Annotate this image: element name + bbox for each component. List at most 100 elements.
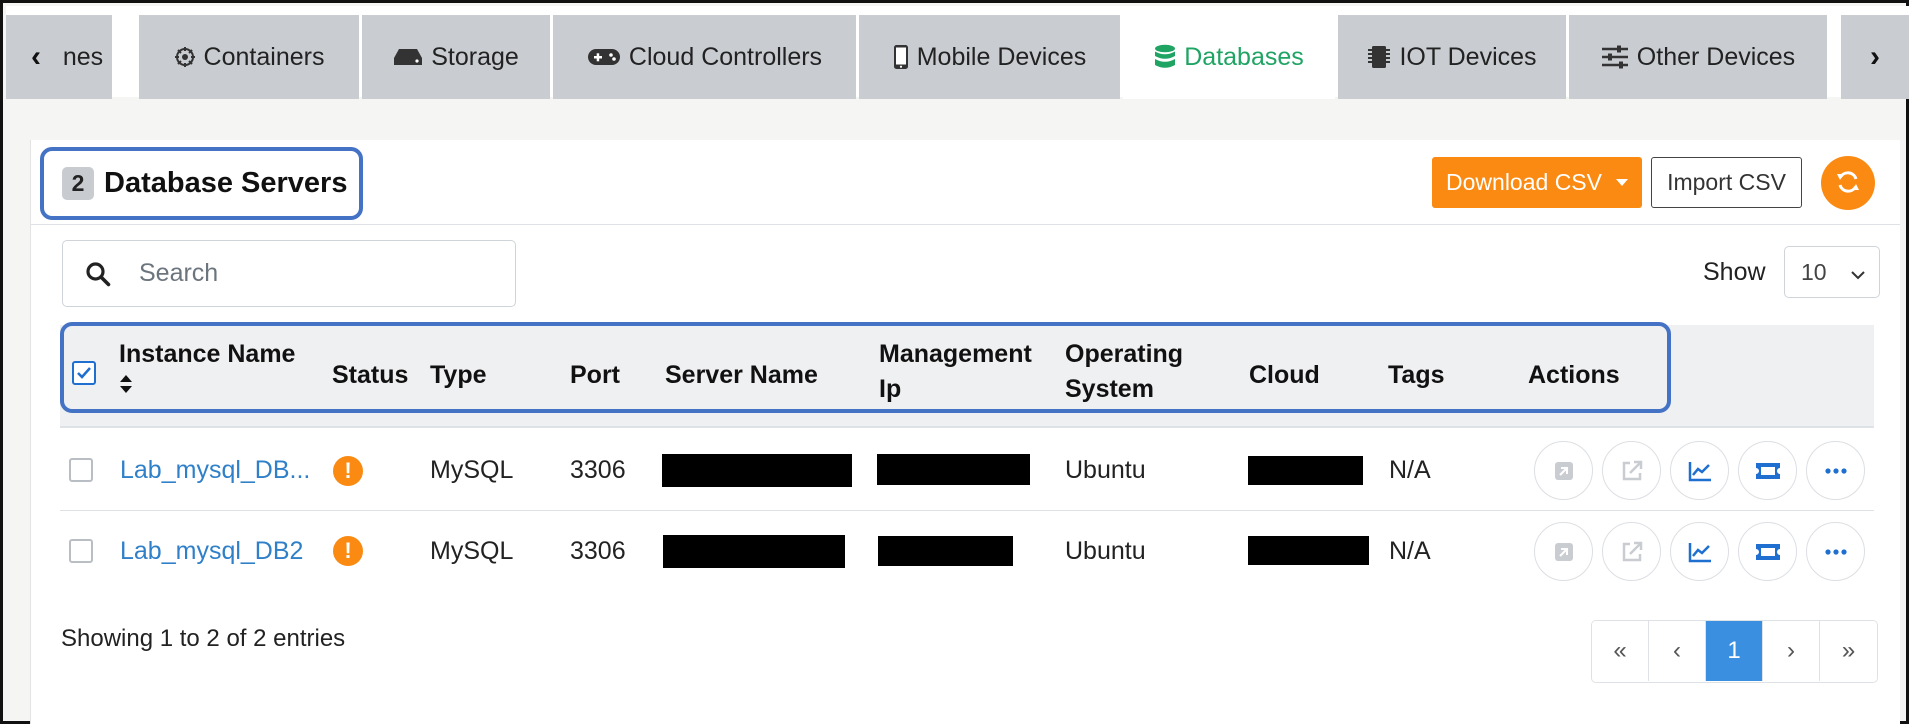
tags-cell: N/A	[1389, 537, 1431, 565]
count-badge: 2	[62, 167, 94, 200]
ellipsis-icon	[1824, 548, 1847, 555]
page-size-label: Show	[1703, 258, 1766, 286]
ticket-button[interactable]	[1738, 441, 1797, 500]
external-link-button[interactable]	[1602, 441, 1661, 500]
caret-down-icon	[1615, 179, 1628, 186]
open-button[interactable]	[1534, 441, 1593, 500]
mobile-icon	[893, 44, 909, 70]
redacted-cloud	[1248, 456, 1363, 485]
more-options-button[interactable]	[1806, 441, 1865, 500]
page-last-button[interactable]: »	[1820, 621, 1877, 681]
tab-label: IOT Devices	[1399, 42, 1537, 71]
download-csv-label: Download CSV	[1446, 169, 1602, 195]
database-servers-panel: 2 Database Servers Download CSV Import C…	[30, 140, 1900, 724]
search-icon	[63, 261, 133, 287]
header-label: Management	[879, 340, 1032, 368]
search-box	[62, 240, 516, 307]
page-title: Database Servers	[104, 167, 348, 199]
page-current-button[interactable]: 1	[1706, 621, 1763, 681]
ellipsis-icon	[1824, 467, 1847, 474]
page-first-button[interactable]: «	[1592, 621, 1649, 681]
open-button[interactable]	[1534, 522, 1593, 581]
more-options-button[interactable]	[1806, 522, 1865, 581]
page-size-value: 10	[1801, 258, 1827, 285]
tab-iot-devices[interactable]: IOT Devices	[1338, 15, 1566, 99]
open-icon	[1554, 542, 1573, 561]
header-type: Type	[430, 361, 487, 389]
tab-storage[interactable]: Storage	[362, 15, 550, 99]
entries-info: Showing 1 to 2 of 2 entries	[61, 625, 346, 652]
header-cloud: Cloud	[1249, 361, 1320, 389]
select-all-checkbox[interactable]	[72, 361, 96, 385]
ticket-button[interactable]	[1738, 522, 1797, 581]
tab-label: Cloud Controllers	[628, 42, 823, 71]
port-cell: 3306	[570, 537, 626, 565]
tabs-next-button[interactable]: ›	[1841, 15, 1909, 99]
tab-label: Other Devices	[1636, 42, 1796, 71]
metrics-button[interactable]	[1670, 441, 1729, 500]
type-cell: MySQL	[430, 456, 514, 484]
sort-icon	[119, 374, 295, 398]
gamepad-icon	[587, 47, 621, 67]
header-management-ip: Management Ip	[879, 337, 1032, 407]
redacted-management-ip	[877, 454, 1030, 485]
type-cell: MySQL	[430, 537, 514, 565]
pagination: « ‹ 1 › »	[1591, 620, 1878, 683]
redacted-cloud	[1248, 536, 1369, 565]
download-csv-button[interactable]: Download CSV	[1432, 157, 1642, 208]
chevron-left-icon: ‹	[31, 40, 41, 73]
row-checkbox[interactable]	[69, 458, 93, 482]
redacted-server-name	[662, 454, 852, 487]
port-cell: 3306	[570, 456, 626, 484]
header-label: Ip	[879, 375, 902, 403]
chip-icon	[1367, 44, 1391, 70]
header-operating-system: Operating System	[1065, 337, 1183, 407]
external-link-icon	[1622, 541, 1642, 561]
tab-mobile-devices[interactable]: Mobile Devices	[859, 15, 1120, 99]
tab-cloud-controllers[interactable]: Cloud Controllers	[553, 15, 856, 99]
helm-icon	[174, 46, 196, 68]
tab-databases[interactable]: Databases	[1123, 15, 1335, 99]
header-actions: Actions	[1528, 361, 1620, 389]
tab-machines[interactable]: nes	[54, 15, 112, 99]
tab-label: Mobile Devices	[916, 42, 1087, 71]
header-tags: Tags	[1388, 361, 1445, 389]
refresh-button[interactable]	[1821, 156, 1875, 210]
page-next-button[interactable]: ›	[1763, 621, 1820, 681]
tab-containers[interactable]: Containers	[139, 15, 359, 99]
row-checkbox[interactable]	[69, 539, 93, 563]
page-prev-button[interactable]: ‹	[1649, 621, 1706, 681]
redacted-management-ip	[878, 536, 1013, 566]
line-chart-icon	[1688, 542, 1711, 562]
ticket-icon	[1755, 462, 1780, 479]
instance-name-link[interactable]: Lab_mysql_DB...	[120, 456, 310, 485]
import-csv-button[interactable]: Import CSV	[1651, 157, 1802, 208]
instance-name-link[interactable]: Lab_mysql_DB2	[120, 537, 303, 566]
tags-cell: N/A	[1389, 456, 1431, 484]
row-divider	[60, 510, 1874, 511]
app-frame: ‹ nes Containers Storage Cloud Controlle…	[0, 0, 1909, 724]
line-chart-icon	[1688, 461, 1711, 481]
ticket-icon	[1755, 543, 1780, 560]
tab-other-devices[interactable]: Other Devices	[1569, 15, 1827, 99]
hdd-icon	[393, 47, 423, 67]
os-cell: Ubuntu	[1065, 456, 1146, 484]
sliders-icon	[1601, 45, 1629, 69]
tab-label: Containers	[203, 42, 325, 71]
header-server-name: Server Name	[665, 361, 818, 389]
panel-title-highlight: 2 Database Servers	[40, 147, 363, 220]
metrics-button[interactable]	[1670, 522, 1729, 581]
header-port: Port	[570, 361, 620, 389]
redacted-server-name	[663, 535, 845, 568]
header-divider	[31, 224, 1900, 225]
refresh-icon	[1835, 169, 1861, 198]
header-instance-name[interactable]: Instance Name	[119, 337, 295, 398]
header-status: Status	[332, 361, 409, 389]
page-size-select[interactable]: 10	[1784, 246, 1880, 298]
warning-icon: !	[333, 456, 363, 486]
tab-label: Databases	[1184, 42, 1304, 71]
chevron-down-icon	[1851, 259, 1865, 286]
search-input[interactable]	[133, 259, 493, 288]
external-link-button[interactable]	[1602, 522, 1661, 581]
tab-label: nes	[62, 42, 104, 71]
